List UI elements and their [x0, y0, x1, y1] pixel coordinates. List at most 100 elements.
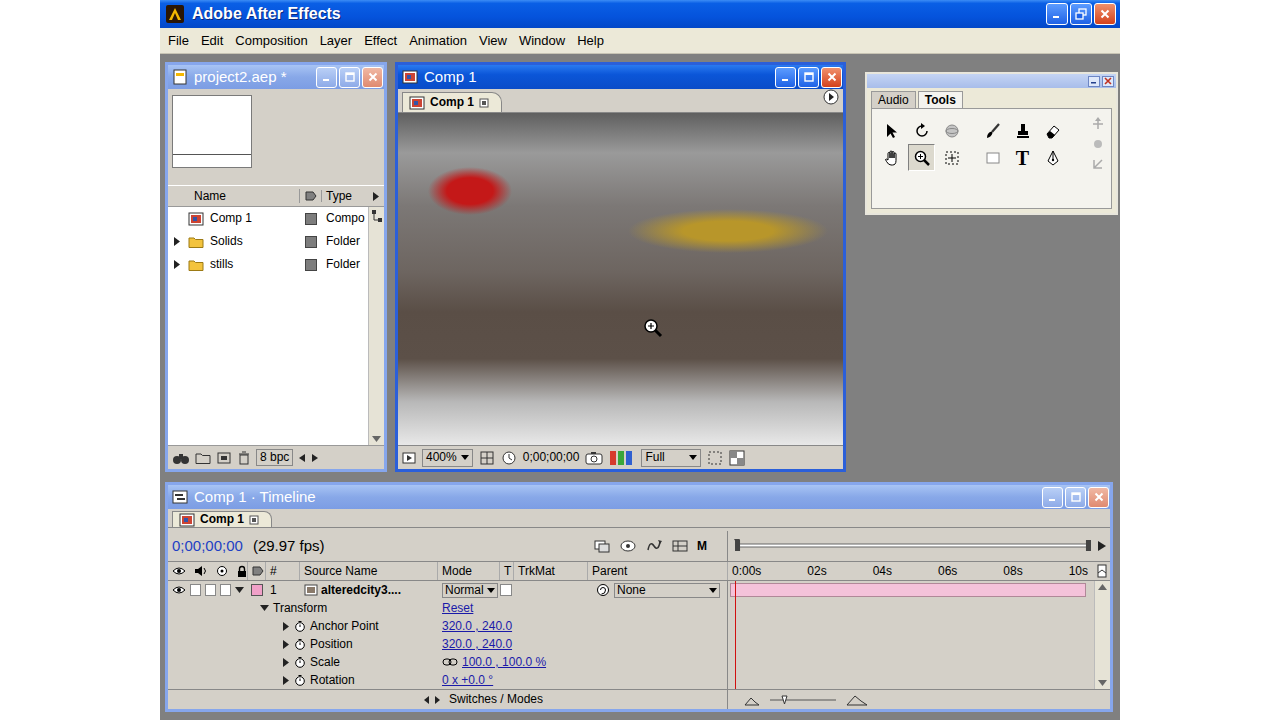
stopwatch-icon[interactable] — [294, 674, 306, 686]
scrollbar[interactable] — [368, 207, 384, 445]
flowchart-icon[interactable] — [371, 209, 383, 223]
close-button[interactable] — [1094, 3, 1116, 25]
rotate-tool[interactable] — [908, 117, 935, 144]
project-item[interactable]: stillsFolder — [168, 253, 368, 276]
timeline-tab[interactable]: Comp 1 — [172, 511, 272, 527]
visibility-toggle[interactable] — [172, 585, 186, 595]
column-header[interactable]: TrkMat — [514, 562, 588, 580]
property-row[interactable]: Rotation0 x +0.0 ° — [168, 671, 1094, 689]
time-ruler[interactable]: 0:00s02s04s06s08s10s — [728, 564, 1094, 578]
scroll-right-icon[interactable] — [372, 192, 380, 201]
transparency-grid-button[interactable] — [729, 450, 745, 466]
tab-close-icon[interactable] — [479, 98, 489, 108]
label-swatch[interactable] — [251, 584, 263, 596]
current-time-display[interactable]: 0;00;00;00 — [523, 450, 580, 464]
maximize-button[interactable] — [1065, 487, 1086, 508]
new-folder-button[interactable] — [195, 451, 211, 465]
expand-toggle[interactable] — [260, 604, 269, 612]
live-update-button[interactable] — [619, 538, 637, 554]
project-item[interactable]: SolidsFolder — [168, 230, 368, 253]
frame-blending-button[interactable] — [671, 538, 689, 554]
property-value[interactable]: 0 x +0.0 ° — [442, 673, 493, 687]
current-time-indicator[interactable] — [735, 581, 736, 689]
tab-close-icon[interactable] — [249, 515, 259, 525]
menu-item[interactable]: Animation — [403, 28, 473, 53]
restore-button[interactable] — [1070, 3, 1092, 25]
panel-menu-button[interactable] — [823, 89, 839, 108]
resolution-dropdown[interactable]: Full — [641, 449, 701, 467]
stopwatch-icon[interactable] — [294, 638, 306, 650]
property-row[interactable]: Position320.0 , 240.0 — [168, 635, 1094, 653]
scroll-left-button[interactable] — [298, 453, 306, 463]
color-depth-button[interactable]: 8 bpc — [256, 449, 293, 465]
menu-item[interactable]: Edit — [195, 28, 229, 53]
comp-flowchart-button[interactable] — [593, 538, 611, 554]
always-preview-button[interactable] — [402, 451, 416, 465]
current-time[interactable]: 0;00;00;00 — [172, 537, 243, 555]
palette-tab[interactable]: Audio — [871, 91, 916, 108]
property-value[interactable]: 320.0 , 240.0 — [442, 619, 512, 633]
scroll-up-icon[interactable] — [1098, 583, 1107, 591]
type-tool[interactable]: T — [1009, 144, 1036, 171]
channels-button[interactable] — [609, 450, 635, 466]
region-of-interest-button[interactable] — [707, 450, 723, 466]
expand-toggle[interactable] — [235, 586, 244, 594]
maximize-button[interactable] — [798, 67, 819, 88]
draft-3d-button[interactable] — [645, 538, 663, 554]
comp-tab[interactable]: Comp 1 — [402, 92, 502, 112]
column-header[interactable]: T — [500, 562, 514, 580]
close-button[interactable] — [821, 67, 842, 88]
column-header[interactable]: Mode — [438, 562, 500, 580]
delete-button[interactable] — [237, 451, 251, 465]
pen-tool[interactable] — [1039, 144, 1066, 171]
stopwatch-icon[interactable] — [294, 656, 306, 668]
expand-toggle[interactable] — [168, 260, 186, 269]
transform-group[interactable]: TransformReset — [168, 599, 1094, 617]
column-header[interactable]: Source Name — [300, 562, 438, 580]
close-button[interactable] — [1088, 487, 1109, 508]
minimize-button[interactable] — [1046, 3, 1068, 25]
menu-item[interactable]: Composition — [229, 28, 313, 53]
preserve-transparency-toggle[interactable] — [500, 584, 512, 596]
new-comp-button[interactable] — [216, 451, 232, 465]
property-value[interactable]: 100.0 , 100.0 % — [462, 655, 546, 669]
property-row[interactable]: Scale100.0 , 100.0 % — [168, 653, 1094, 671]
zoom-tool[interactable] — [908, 144, 935, 171]
scroll-down-icon[interactable] — [1098, 679, 1107, 687]
find-button[interactable] — [172, 451, 190, 465]
rectangle-tool[interactable] — [979, 144, 1006, 171]
close-button[interactable] — [1102, 76, 1114, 87]
menu-item[interactable]: Effect — [358, 28, 403, 53]
expand-toggle[interactable] — [168, 237, 186, 246]
eraser-tool[interactable] — [1039, 117, 1066, 144]
property-row[interactable]: Anchor Point320.0 , 240.0 — [168, 617, 1094, 635]
project-item[interactable]: Comp 1Compo — [168, 207, 368, 230]
pickwhip-icon[interactable] — [596, 583, 610, 597]
magnification-dropdown[interactable]: 400% — [422, 449, 473, 467]
column-header[interactable]: Name — [190, 189, 300, 203]
time-navigator[interactable] — [732, 538, 1094, 554]
panbehind-tool[interactable] — [938, 144, 965, 171]
parent-dropdown[interactable]: None — [614, 583, 720, 598]
zoom-slider[interactable] — [768, 694, 838, 706]
scroll-down-icon[interactable] — [372, 435, 381, 443]
palette-tab[interactable]: Tools — [918, 91, 963, 108]
selection-tool[interactable] — [878, 117, 905, 144]
menu-item[interactable]: Help — [571, 28, 610, 53]
minimize-button[interactable] — [316, 67, 337, 88]
layer-duration-bar[interactable] — [730, 583, 1086, 597]
comp-marker-bin-icon[interactable] — [1096, 564, 1108, 578]
switches-modes-button[interactable]: Switches / Modes — [449, 692, 543, 706]
constrain-proportions-icon[interactable] — [442, 657, 458, 667]
scroll-right-button[interactable] — [311, 453, 319, 463]
reset-button[interactable]: Reset — [438, 599, 473, 617]
minimize-button[interactable] — [775, 67, 796, 88]
column-header[interactable]: # — [266, 562, 300, 580]
clone-tool[interactable] — [1009, 117, 1036, 144]
layer-name[interactable]: alteredcity3.... — [321, 583, 401, 597]
menu-item[interactable]: Layer — [314, 28, 359, 53]
zoom-out-button[interactable] — [744, 694, 760, 706]
menu-item[interactable]: File — [162, 28, 195, 53]
orbit-tool[interactable] — [938, 117, 965, 144]
snapshot-button[interactable] — [585, 451, 603, 465]
